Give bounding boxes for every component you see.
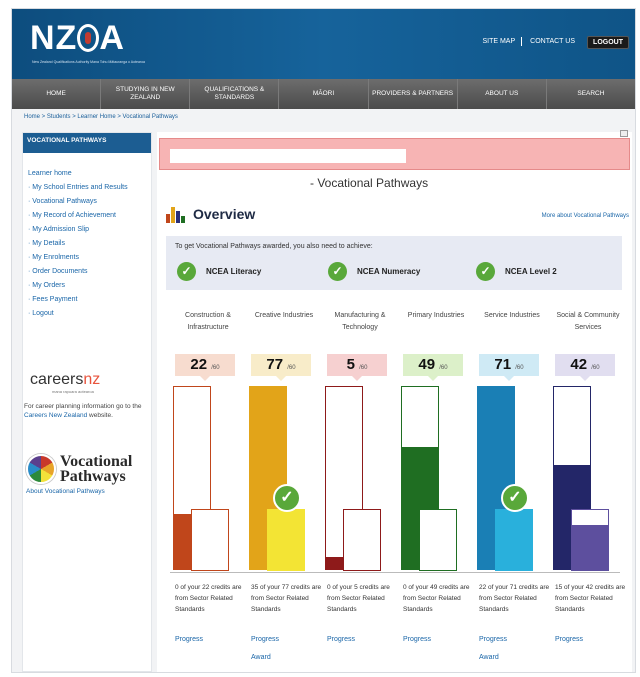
nav-qualifications[interactable]: QUALIFICATIONS & STANDARDS — [190, 79, 280, 109]
breadcrumb[interactable]: Home > Students > Learner Home > Vocatio… — [24, 114, 178, 120]
nav-providers[interactable]: PROVIDERS & PARTNERS — [369, 79, 458, 109]
main-nav: HOME STUDYING IN NEW ZEALAND QUALIFICATI… — [12, 79, 635, 109]
nav-home[interactable]: HOME — [12, 79, 102, 109]
careers-nz-logo[interactable]: careersnz — [30, 371, 146, 389]
sidebar-heading: VOCATIONAL PATHWAYS — [23, 133, 151, 153]
progress-link[interactable]: Progress — [327, 636, 355, 643]
requirements-intro: To get Vocational Pathways awarded, you … — [175, 243, 373, 250]
pathway-score: 77 /60 — [251, 354, 311, 381]
check-icon: ✓ — [476, 262, 495, 281]
sidebar-item-admission-slip[interactable]: · My Admission Slip — [28, 223, 146, 237]
pathway-score: 71 /60 — [479, 354, 539, 381]
pathway-credit-description: 15 of your 42 credits are from Sector Re… — [555, 584, 626, 613]
nav-search[interactable]: SEARCH — [547, 79, 635, 109]
nav-studying[interactable]: STUDYING IN NEW ZEALAND — [101, 79, 191, 109]
logo-subtitle: New Zealand Qualifications Authority Man… — [32, 60, 145, 64]
pathway-score: 42 /60 — [555, 354, 615, 381]
alert-banner — [159, 138, 630, 170]
sidebar-links: Learner home · My School Entries and Res… — [23, 153, 151, 321]
pathway-name: Construction & Infrastructure — [185, 312, 231, 331]
pathway-bars — [401, 386, 461, 571]
pathway-score: 49 /60 — [403, 354, 463, 381]
chart-baseline — [170, 572, 620, 573]
sidebar-item-my-details[interactable]: · My Details — [28, 237, 146, 251]
awarded-check-icon: ✓ — [501, 484, 529, 512]
progress-link[interactable]: Progress — [175, 636, 203, 643]
pathway-name: Social & Community Services — [556, 312, 620, 331]
learner-name-field — [170, 149, 406, 163]
nzqa-logo[interactable]: NZ A — [30, 19, 125, 58]
sector-credits-bar — [267, 509, 305, 571]
careers-nz-link[interactable]: Careers New Zealand — [24, 412, 87, 419]
top-links: SITE MAP CONTACT US — [474, 37, 575, 46]
sector-credits-bar — [495, 509, 533, 571]
pathway-bars — [325, 386, 385, 571]
check-icon: ✓ — [177, 262, 196, 281]
requirements-box: To get Vocational Pathways awarded, you … — [166, 236, 622, 290]
sidebar-item-record-of-achievement[interactable]: · My Record of Achievement — [28, 209, 146, 223]
sector-credits-bar — [191, 509, 229, 571]
pathway-bars — [553, 386, 613, 571]
award-link[interactable]: Award — [479, 654, 499, 661]
vocational-pathways-logo: Vocational Pathways — [26, 454, 132, 485]
sector-credits-fill — [572, 525, 608, 570]
awarded-check-icon: ✓ — [273, 484, 301, 512]
pathway-score: 5 /60 — [327, 354, 387, 381]
sidebar-item-my-orders[interactable]: · My Orders — [28, 279, 146, 293]
contact-us-link[interactable]: CONTACT US — [530, 38, 575, 45]
progress-link[interactable]: Progress — [555, 636, 583, 643]
site-map-link[interactable]: SITE MAP — [482, 38, 515, 45]
pathway-score: 22 /60 — [175, 354, 235, 381]
page-title: - Vocational Pathways — [310, 176, 429, 190]
logout-button[interactable]: LOGOUT — [587, 36, 629, 49]
sidebar-item-learner-home[interactable]: Learner home — [28, 167, 146, 181]
pathways-wheel-icon — [26, 454, 56, 484]
sector-credits-fill — [268, 510, 304, 570]
pathway-bars: ✓ — [477, 386, 537, 571]
req-numeracy: ✓ NCEA Numeracy — [328, 262, 420, 281]
sidebar-item-logout[interactable]: · Logout — [28, 307, 146, 321]
careers-text: For career planning information go to th… — [24, 403, 142, 419]
progress-link[interactable]: Progress — [251, 636, 279, 643]
about-vocational-pathways-link[interactable]: About Vocational Pathways — [26, 488, 105, 495]
sector-credits-fill — [496, 510, 532, 570]
pathway-bars: ✓ — [249, 386, 309, 571]
fern-icon — [77, 24, 100, 52]
sector-credits-bar — [419, 509, 457, 571]
pathway-credit-description: 0 of your 5 credits are from Sector Rela… — [327, 584, 390, 613]
sidebar-item-enrolments[interactable]: · My Enrolments — [28, 251, 146, 265]
pathway-name: Creative Industries — [254, 312, 314, 319]
sidebar-item-order-documents[interactable]: · Order Documents — [28, 265, 146, 279]
sector-credits-bar — [571, 509, 609, 571]
sidebar-item-entries-results[interactable]: · My School Entries and Results — [28, 181, 146, 195]
sidebar-item-vocational-pathways[interactable]: · Vocational Pathways — [28, 195, 146, 209]
req-literacy: ✓ NCEA Literacy — [177, 262, 261, 281]
pathway-credit-description: 35 of your 77 credits are from Sector Re… — [251, 584, 322, 613]
progress-link[interactable]: Progress — [479, 636, 507, 643]
pathway-name: Manufacturing & Technology — [334, 312, 386, 331]
pathway-credit-description: 22 of your 71 credits are from Sector Re… — [479, 584, 550, 613]
pathway-credit-description: 0 of your 22 credits are from Sector Rel… — [175, 584, 242, 613]
pathway-name: Primary Industries — [407, 312, 465, 319]
pathway-credit-description: 0 of your 49 credits are from Sector Rel… — [403, 584, 470, 613]
more-about-link[interactable]: More about Vocational Pathways — [542, 213, 629, 219]
sector-credits-bar — [343, 509, 381, 571]
check-icon: ✓ — [328, 262, 347, 281]
progress-link[interactable]: Progress — [403, 636, 431, 643]
site-header: NZ A New Zealand Qualifications Authority… — [12, 9, 635, 79]
pathway-bars — [173, 386, 233, 571]
bar-chart-icon — [166, 205, 186, 223]
req-level-2: ✓ NCEA Level 2 — [476, 262, 557, 281]
overview-heading: Overview — [193, 206, 256, 222]
careers-nz-tagline: mana rapuara aotearoa — [52, 389, 94, 394]
print-icon[interactable] — [620, 130, 628, 137]
award-link[interactable]: Award — [251, 654, 271, 661]
nav-about[interactable]: ABOUT US — [458, 79, 547, 109]
pathway-name: Service Industries — [484, 312, 540, 319]
careers-nz-panel: careersnz mana rapuara aotearoa For care… — [24, 371, 146, 420]
sidebar-item-fees-payment[interactable]: · Fees Payment — [28, 293, 146, 307]
nav-maori[interactable]: MĀORI — [279, 79, 369, 109]
